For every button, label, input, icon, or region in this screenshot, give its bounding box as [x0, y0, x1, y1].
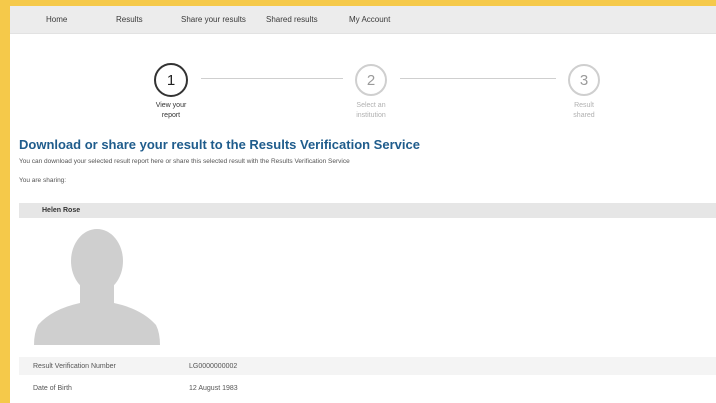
nav-item-share-results[interactable]: Share your results: [181, 15, 246, 24]
step-1-label: View your report: [136, 101, 206, 121]
step-connector-1: [201, 78, 343, 79]
step-1-circle: 1: [154, 63, 188, 97]
detail-label: Date of Birth: [33, 384, 72, 392]
step-1-label-line1: View your: [155, 102, 187, 109]
shared-person-bar: Helen Rose: [19, 203, 716, 218]
detail-row-verification-number: Result Verification Number LG0000000002: [19, 357, 716, 375]
step-2-circle: 2: [355, 64, 387, 96]
step-2-label-line2: institution: [356, 112, 386, 119]
step-1-number: 1: [166, 71, 176, 89]
detail-value: 12 August 1983: [189, 384, 238, 392]
person-silhouette-icon: [32, 221, 162, 349]
progress-stepper: 1 View your report 2 Select an instituti…: [10, 34, 716, 134]
nav-item-results[interactable]: Results: [116, 15, 143, 24]
step-3-label-line1: Result: [574, 102, 594, 109]
detail-value: LG0000000002: [189, 362, 238, 370]
step-2-label: Select an institution: [336, 101, 406, 121]
step-2-number: 2: [366, 71, 376, 89]
nav-item-shared-results[interactable]: Shared results: [266, 15, 318, 24]
page-title: Download or share your result to the Res…: [19, 137, 420, 152]
page-description: You can download your selected result re…: [19, 158, 350, 165]
step-2-label-line1: Select an: [356, 102, 386, 109]
detail-row-date-of-birth: Date of Birth 12 August 1983: [19, 379, 716, 397]
nav-item-home[interactable]: Home: [46, 15, 67, 24]
step-3-label: Result shared: [549, 101, 619, 121]
page-frame: Home Results Share your results Shared r…: [10, 6, 716, 403]
sharing-label: You are sharing:: [19, 177, 67, 184]
step-connector-2: [400, 78, 556, 79]
top-nav: Home Results Share your results Shared r…: [10, 6, 716, 34]
step-3-number: 3: [579, 71, 589, 89]
person-name: Helen Rose: [42, 207, 81, 214]
step-3-circle: 3: [568, 64, 600, 96]
step-1-label-line2: report: [161, 112, 181, 119]
nav-item-my-account[interactable]: My Account: [349, 15, 390, 24]
step-3-label-line2: shared: [573, 112, 595, 119]
detail-label: Result Verification Number: [33, 362, 116, 370]
